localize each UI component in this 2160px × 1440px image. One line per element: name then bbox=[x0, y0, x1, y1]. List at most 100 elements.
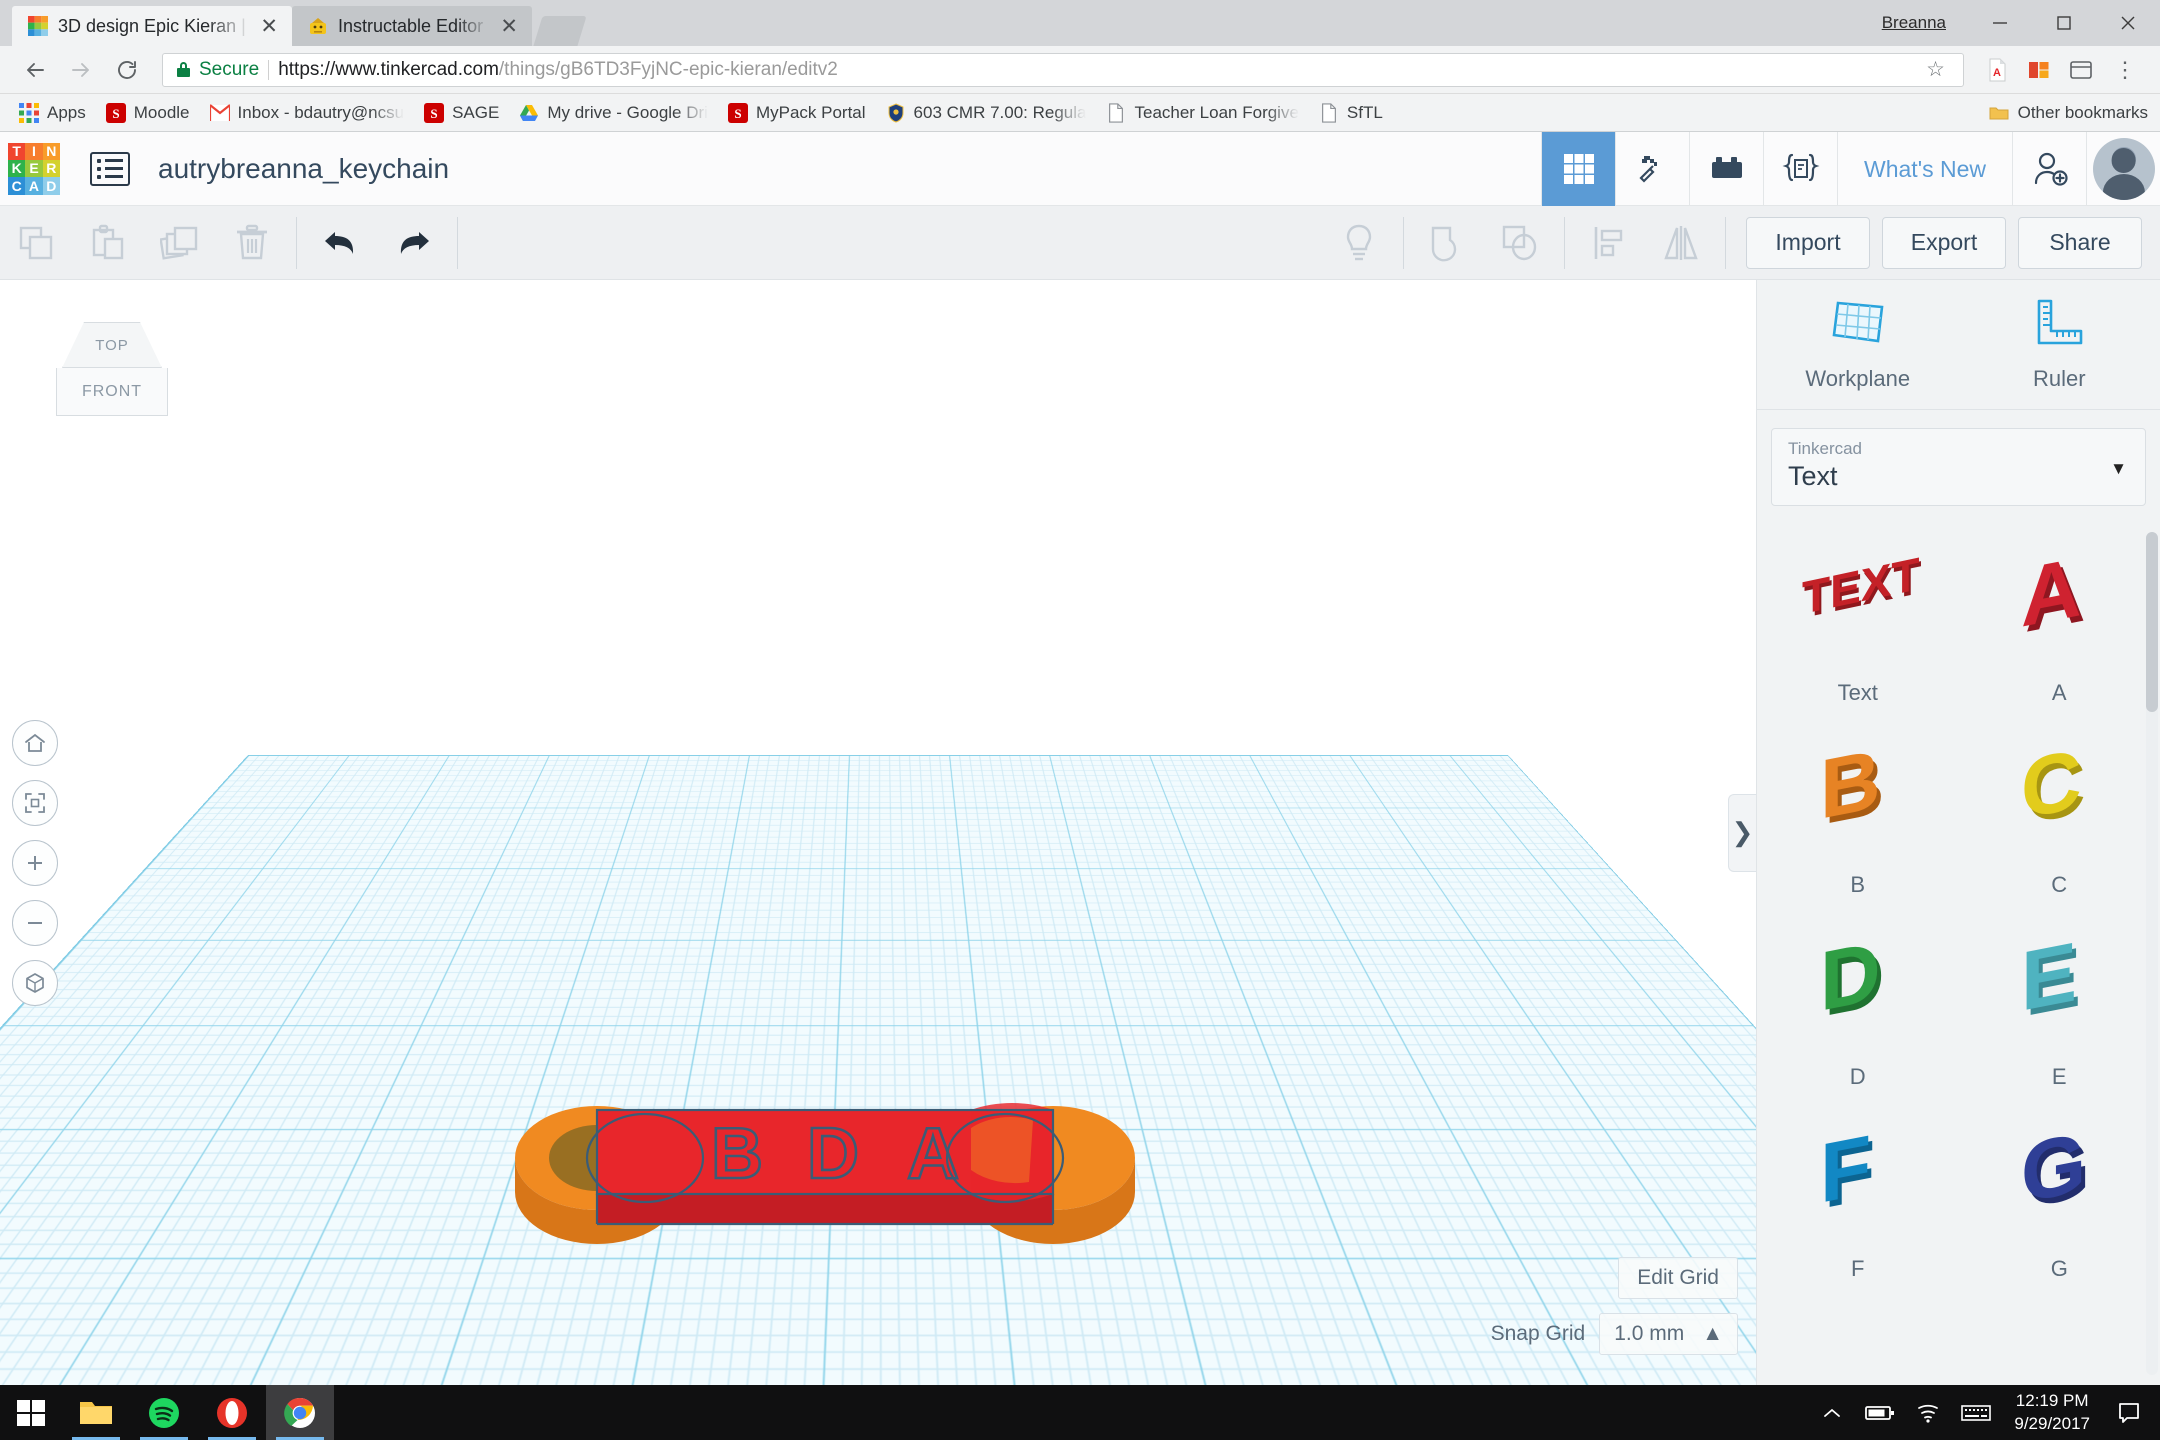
bookmark-apps[interactable]: Apps bbox=[10, 99, 95, 127]
bookmark-star-icon[interactable]: ☆ bbox=[1918, 57, 1953, 82]
lightbulb-icon[interactable] bbox=[1323, 206, 1395, 280]
zoom-in-icon[interactable] bbox=[12, 840, 58, 886]
keychain-design[interactable]: B D A bbox=[515, 1100, 1135, 1235]
shape-item-text[interactable]: TEXT TEXT Text bbox=[1757, 538, 1959, 706]
minimize-icon[interactable] bbox=[1968, 0, 2032, 46]
battery-icon[interactable] bbox=[1856, 1385, 1904, 1440]
shape-item-g[interactable]: G G G bbox=[1959, 1114, 2160, 1282]
ungroup-icon[interactable] bbox=[1484, 206, 1556, 280]
bookmark-teacher-loan[interactable]: Teacher Loan Forgive bbox=[1097, 99, 1307, 127]
address-bar[interactable]: Secure https://www.tinkercad.com/things/… bbox=[162, 53, 1964, 87]
object-tools: Import Export Share bbox=[1323, 206, 2142, 280]
touch-keyboard-icon[interactable] bbox=[1952, 1385, 2000, 1440]
opera-icon[interactable] bbox=[198, 1385, 266, 1440]
list-menu-icon[interactable] bbox=[90, 152, 130, 186]
adobe-acrobat-extension-icon[interactable]: A bbox=[1978, 51, 2016, 89]
design-name[interactable]: autrybreanna_keychain bbox=[158, 153, 449, 185]
view-cube[interactable]: TOP FRONT bbox=[48, 322, 176, 434]
library-selector[interactable]: Tinkercad Text ▼ bbox=[1771, 428, 2146, 506]
redo-icon[interactable] bbox=[377, 206, 449, 280]
windows-start-icon[interactable] bbox=[0, 1385, 62, 1440]
show-hidden-icons-icon[interactable] bbox=[1808, 1385, 1856, 1440]
paste-icon[interactable] bbox=[72, 206, 144, 280]
profile-name[interactable]: Breanna bbox=[1882, 13, 1946, 33]
ruler-tool[interactable]: Ruler bbox=[1959, 280, 2160, 409]
add-person-icon[interactable] bbox=[2012, 132, 2086, 206]
shape-item-d[interactable]: D D D bbox=[1757, 922, 1959, 1090]
panel-collapse-handle[interactable]: ❯ bbox=[1728, 794, 1756, 872]
bookmark-label: Apps bbox=[47, 103, 86, 123]
edit-grid-button[interactable]: Edit Grid bbox=[1618, 1257, 1738, 1299]
browser-tab-instructables[interactable]: Instructable Editor ✕ bbox=[292, 6, 532, 46]
lego-brick-icon[interactable] bbox=[1689, 132, 1763, 206]
svg-text:G: G bbox=[2021, 1125, 2086, 1221]
align-icon[interactable] bbox=[1573, 206, 1645, 280]
snap-grid-select[interactable]: 1.0 mm ▲ bbox=[1599, 1313, 1738, 1355]
chrome-icon[interactable] bbox=[266, 1385, 334, 1440]
tab-close-icon[interactable]: ✕ bbox=[260, 16, 278, 37]
tab-close-icon[interactable]: ✕ bbox=[500, 16, 518, 37]
minecraft-pickaxe-icon[interactable] bbox=[1615, 132, 1689, 206]
copy-icon[interactable] bbox=[0, 206, 72, 280]
codeblocks-icon[interactable] bbox=[1763, 132, 1837, 206]
mirror-icon[interactable] bbox=[1645, 206, 1717, 280]
wifi-icon[interactable] bbox=[1904, 1385, 1952, 1440]
tinkercad-logo-icon[interactable]: T I N K E R C A D bbox=[8, 143, 60, 195]
shape-library-grid[interactable]: TEXT TEXT Text A A bbox=[1757, 522, 2160, 1385]
shape-label: B bbox=[1850, 872, 1865, 898]
lock-icon bbox=[177, 62, 190, 77]
shape-item-b[interactable]: B B B bbox=[1757, 730, 1959, 898]
zoom-out-icon[interactable] bbox=[12, 900, 58, 946]
maximize-icon[interactable] bbox=[2032, 0, 2096, 46]
bookmark-sftl[interactable]: SfTL bbox=[1310, 99, 1392, 127]
reading-list-icon[interactable] bbox=[2062, 51, 2100, 89]
shape-item-a[interactable]: A A A bbox=[1959, 538, 2160, 706]
bookmark-inbox[interactable]: Inbox - bdautry@ncsu bbox=[201, 99, 414, 127]
shape-label: Text bbox=[1838, 680, 1878, 706]
shape-item-f[interactable]: F F F bbox=[1757, 1114, 1959, 1282]
ortho-perspective-icon[interactable] bbox=[12, 960, 58, 1006]
share-button[interactable]: Share bbox=[2018, 217, 2142, 269]
bookmark-603-cmr[interactable]: 603 CMR 7.00: Regula bbox=[877, 99, 1096, 127]
back-arrow-icon[interactable] bbox=[14, 49, 56, 91]
scrollbar-thumb[interactable] bbox=[2146, 532, 2158, 712]
reload-icon[interactable] bbox=[106, 49, 148, 91]
bookmark-sage[interactable]: S SAGE bbox=[415, 99, 508, 127]
workplane-viewport[interactable]: TOP FRONT bbox=[0, 280, 1756, 1385]
other-bookmarks-button[interactable]: Other bookmarks bbox=[1989, 103, 2148, 123]
bookmark-my-drive[interactable]: My drive - Google Dri bbox=[510, 99, 717, 127]
action-center-icon[interactable] bbox=[2104, 1385, 2154, 1440]
shape-item-e[interactable]: E E E bbox=[1959, 922, 2160, 1090]
bookmark-moodle[interactable]: S Moodle bbox=[97, 99, 199, 127]
close-icon[interactable] bbox=[2096, 0, 2160, 46]
spotify-icon[interactable] bbox=[130, 1385, 198, 1440]
duplicate-icon[interactable] bbox=[144, 206, 216, 280]
whats-new-link[interactable]: What's New bbox=[1837, 132, 2012, 206]
office-extension-icon[interactable] bbox=[2020, 51, 2058, 89]
history-tools bbox=[305, 206, 449, 280]
new-tab-button[interactable] bbox=[533, 16, 586, 46]
browser-tab-tinkercad[interactable]: 3D design Epic Kieran | T ✕ bbox=[12, 6, 292, 46]
file-explorer-icon[interactable] bbox=[62, 1385, 130, 1440]
undo-icon[interactable] bbox=[305, 206, 377, 280]
clock[interactable]: 12:19 PM 9/29/2017 bbox=[2000, 1385, 2104, 1440]
import-button[interactable]: Import bbox=[1746, 217, 1870, 269]
group-icon[interactable] bbox=[1412, 206, 1484, 280]
view-cube-front-face[interactable]: FRONT bbox=[56, 368, 168, 416]
export-button[interactable]: Export bbox=[1882, 217, 2006, 269]
bookmark-label: SAGE bbox=[452, 103, 499, 123]
svg-text:B: B bbox=[1820, 741, 1881, 837]
panel-scrollbar[interactable] bbox=[2146, 532, 2158, 1375]
fit-view-icon[interactable] bbox=[12, 780, 58, 826]
ncsu-icon: S bbox=[728, 103, 748, 123]
delete-trash-icon[interactable] bbox=[216, 206, 288, 280]
tinkercad-header: T I N K E R C A D autrybreanna_keychain bbox=[0, 132, 2160, 206]
grid-apps-icon[interactable] bbox=[1541, 132, 1615, 206]
workplane-tool[interactable]: Workplane bbox=[1757, 280, 1959, 409]
bookmark-mypack-portal[interactable]: S MyPack Portal bbox=[719, 99, 875, 127]
chrome-menu-icon[interactable]: ⋮ bbox=[2104, 63, 2146, 76]
shape-item-c[interactable]: C C C bbox=[1959, 730, 2160, 898]
home-view-icon[interactable] bbox=[12, 720, 58, 766]
view-cube-top-face[interactable]: TOP bbox=[62, 322, 162, 368]
avatar[interactable] bbox=[2086, 132, 2160, 206]
